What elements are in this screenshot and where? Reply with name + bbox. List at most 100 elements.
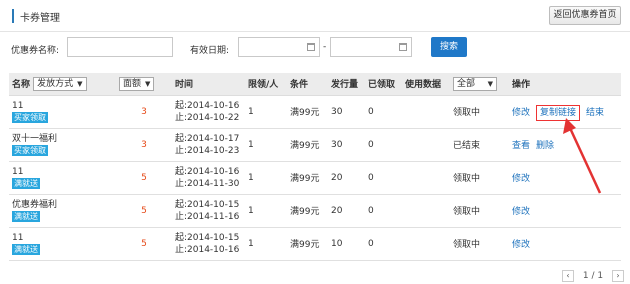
issue-method-badge: 满就送 [12, 177, 40, 189]
column-issued-header: 发行量 [328, 73, 365, 96]
limit-cell: 1 [245, 227, 287, 261]
operation-cell: 修改 [509, 194, 621, 228]
time-cell: 起:2014-10-15 止:2014-11-16 [172, 194, 245, 228]
face-value-cell: 5 [116, 161, 172, 195]
end-date-input[interactable] [330, 37, 412, 57]
edit-link[interactable]: 修改 [512, 207, 530, 217]
issued-cell: 30 [328, 128, 365, 162]
status-select[interactable]: 全部 ▼ [453, 76, 497, 91]
operation-cell: 修改 [509, 227, 621, 261]
issue-method-badge: 买家领取 [12, 144, 48, 156]
page-indicator: 1 / 1 [582, 271, 604, 281]
back-to-coupon-home-button[interactable]: 返回优惠券首页 [549, 6, 621, 25]
issue-method-select[interactable]: 发放方式 ▼ [33, 77, 87, 91]
calendar-icon[interactable] [307, 43, 315, 51]
delete-link[interactable]: 删除 [536, 141, 554, 151]
status-cell: 领取中 [450, 161, 509, 195]
coupon-name: 双十一福利 [12, 133, 58, 144]
edit-link[interactable]: 修改 [512, 240, 530, 250]
condition-cell: 满99元 [287, 227, 328, 261]
limit-cell: 1 [245, 128, 287, 162]
column-condition-header: 条件 [287, 73, 328, 96]
view-link[interactable]: 查看 [512, 141, 530, 151]
face-value-cell: 5 [116, 227, 172, 261]
limit-cell: 1 [245, 161, 287, 195]
coupon-name-input[interactable] [67, 37, 173, 57]
calendar-icon[interactable] [399, 43, 407, 51]
issue-method-select-label: 发放方式 [37, 79, 74, 89]
table-row: 双十一福利 买家领取 3 起:2014-10-17 止:2014-10-23 1 满99元 3… [9, 128, 621, 162]
column-limit-header: 限领/人 [245, 73, 287, 96]
coupon-management-page: 卡券管理 返回优惠券首页 优惠券名称: 有效日期: - 搜索 名称 发放方式▼ [0, 0, 630, 282]
condition-cell: 满99元 [287, 161, 328, 195]
table-row: 优惠券福利 满就送 5 起:2014-10-15 止:2014-11-16 1 满99元 20… [9, 194, 621, 228]
edit-link[interactable]: 修改 [512, 108, 530, 118]
title-bar: 卡券管理 返回优惠券首页 [0, 0, 630, 32]
issued-cell: 10 [328, 227, 365, 261]
claimed-cell: 0 [365, 128, 402, 162]
coupon-name-label: 优惠券名称: [11, 46, 60, 56]
start-time: 起:2014-10-15 [175, 199, 240, 210]
title-accent-bar [12, 9, 14, 23]
face-value-cell: 5 [116, 194, 172, 228]
condition-cell: 满99元 [287, 194, 328, 228]
end-time: 止:2014-10-22 [175, 112, 240, 123]
status-cell: 领取中 [450, 194, 509, 228]
issue-method-badge: 满就送 [12, 210, 40, 222]
issue-method-badge: 买家领取 [12, 111, 48, 123]
end-link[interactable]: 结束 [586, 108, 604, 118]
column-operation-header: 操作 [509, 73, 621, 96]
issued-cell: 30 [328, 95, 365, 129]
column-name-header: 名称 发放方式 ▼ [9, 73, 116, 96]
page-title: 卡券管理 [20, 13, 60, 24]
search-button[interactable]: 搜索 [431, 37, 467, 57]
name-cell: 双十一福利 买家领取 [9, 128, 116, 162]
issue-method-badge: 满就送 [12, 243, 40, 255]
end-time: 止:2014-11-30 [175, 178, 240, 189]
date-label: 有效日期: [190, 46, 230, 56]
column-face-value-header: 面额 ▼ [116, 73, 172, 96]
date-separator: - [323, 42, 327, 52]
usage-cell [402, 128, 450, 162]
usage-cell [402, 161, 450, 195]
face-value-cell: 3 [116, 128, 172, 162]
name-cell: 11 满就送 [9, 227, 116, 261]
face-value-cell: 3 [116, 95, 172, 129]
coupon-name: 11 [12, 232, 24, 243]
edit-link[interactable]: 修改 [512, 174, 530, 184]
issued-cell: 20 [328, 161, 365, 195]
name-header-label: 名称 [12, 79, 31, 90]
coupon-name: 优惠券福利 [12, 199, 58, 210]
operation-cell: 修改 [509, 161, 621, 195]
time-cell: 起:2014-10-17 止:2014-10-23 [172, 128, 245, 162]
name-cell: 11 满就送 [9, 161, 116, 195]
coupon-table: 名称 发放方式 ▼ 面额 ▼ 时间 限领/人 条件 发行量 已领取 使用数据 全部 ▼… [9, 73, 621, 261]
operation-cell: 查看 删除 [509, 128, 621, 162]
column-time-header: 时间 [172, 73, 245, 96]
prev-page-button[interactable]: ‹ [562, 270, 574, 282]
next-page-button[interactable]: › [611, 270, 624, 282]
column-usage-header: 使用数据 [402, 73, 450, 96]
coupon-name: 11 [12, 100, 24, 111]
start-time: 起:2014-10-16 [175, 166, 240, 177]
table-row: 11 满就送 5 起:2014-10-15 止:2014-10-16 1 满99元 10 0 领取… [9, 227, 621, 261]
status-cell: 领取中 [450, 227, 509, 261]
limit-cell: 1 [245, 95, 287, 129]
table-row: 11 买家领取 3 起:2014-10-16 止:2014-10-22 1 满99元 30 0 领… [9, 95, 621, 129]
claimed-cell: 0 [365, 95, 402, 129]
chevron-down-icon: ▼ [145, 79, 151, 88]
chevron-down-icon: ▼ [77, 80, 83, 88]
face-value-select[interactable]: 面额 ▼ [119, 76, 155, 91]
copy-link-link[interactable]: 复制链接 [536, 105, 581, 121]
status-select-label: 全部 [457, 78, 476, 89]
condition-cell: 满99元 [287, 95, 328, 129]
time-cell: 起:2014-10-15 止:2014-10-16 [172, 227, 245, 261]
coupon-name: 11 [12, 166, 24, 177]
start-time: 起:2014-10-15 [175, 232, 240, 243]
time-cell: 起:2014-10-16 止:2014-11-30 [172, 161, 245, 195]
start-date-input[interactable] [238, 37, 320, 57]
operation-cell: 修改 复制链接 结束 [509, 95, 621, 129]
chevron-down-icon: ▼ [487, 79, 493, 88]
end-time: 止:2014-10-23 [175, 145, 240, 156]
column-claimed-header: 已领取 [365, 73, 402, 96]
